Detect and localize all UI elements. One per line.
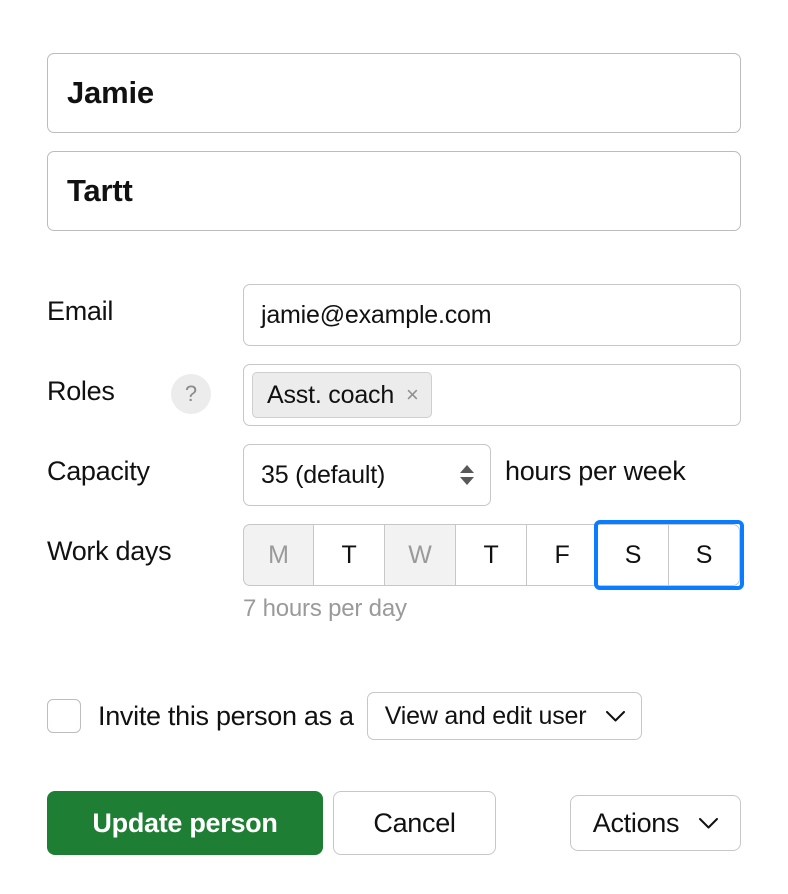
stepper-arrows[interactable] (460, 465, 474, 485)
first-name-input[interactable]: Jamie (47, 53, 741, 133)
role-tag-label: Asst. coach (267, 381, 395, 409)
roles-help-icon[interactable]: ? (171, 374, 211, 414)
role-tag[interactable]: Asst. coach × (252, 372, 432, 418)
email-input[interactable]: jamie@example.com (243, 284, 741, 346)
day-toggle-wednesday[interactable]: W (385, 524, 456, 586)
work-days-group: M T W T F S S (243, 520, 744, 590)
day-toggle-monday[interactable]: M (243, 524, 314, 586)
actions-button[interactable]: Actions (570, 795, 741, 851)
invite-role-select[interactable]: View and edit user (366, 692, 643, 740)
capacity-value: 35 (default) (261, 460, 386, 489)
invite-row: Invite this person as a View and edit us… (47, 690, 643, 742)
capacity-suffix-label: hours per week (505, 456, 686, 486)
actions-button-label: Actions (592, 807, 680, 838)
stepper-down-icon[interactable] (460, 477, 474, 485)
weekend-focus-ring: S S (594, 520, 744, 590)
roles-token-field[interactable]: Asst. coach × (243, 364, 741, 426)
cancel-button[interactable]: Cancel (333, 791, 496, 855)
day-toggle-thursday[interactable]: T (456, 524, 527, 586)
chevron-down-icon (699, 817, 719, 829)
edit-person-form: Jamie Tartt Email jamie@example.com Role… (0, 0, 788, 894)
day-toggle-saturday[interactable]: S (598, 524, 669, 586)
capacity-stepper[interactable]: 35 (default) (243, 444, 491, 506)
update-person-button[interactable]: Update person (47, 791, 323, 855)
stepper-up-icon[interactable] (460, 465, 474, 473)
chevron-down-icon (606, 710, 626, 722)
day-toggle-sunday[interactable]: S (669, 524, 740, 586)
day-toggle-tuesday[interactable]: T (314, 524, 385, 586)
work-days-helper-text: 7 hours per day (243, 595, 407, 622)
invite-checkbox[interactable] (47, 699, 81, 733)
capacity-label: Capacity (47, 456, 150, 486)
roles-label: Roles (47, 376, 115, 406)
day-toggle-friday[interactable]: F (527, 524, 598, 586)
email-label: Email (47, 296, 114, 326)
close-icon[interactable]: × (406, 373, 419, 417)
work-days-label: Work days (47, 536, 172, 566)
invite-label: Invite this person as a (98, 700, 354, 731)
last-name-input[interactable]: Tartt (47, 151, 741, 231)
invite-role-value: View and edit user (384, 701, 587, 730)
